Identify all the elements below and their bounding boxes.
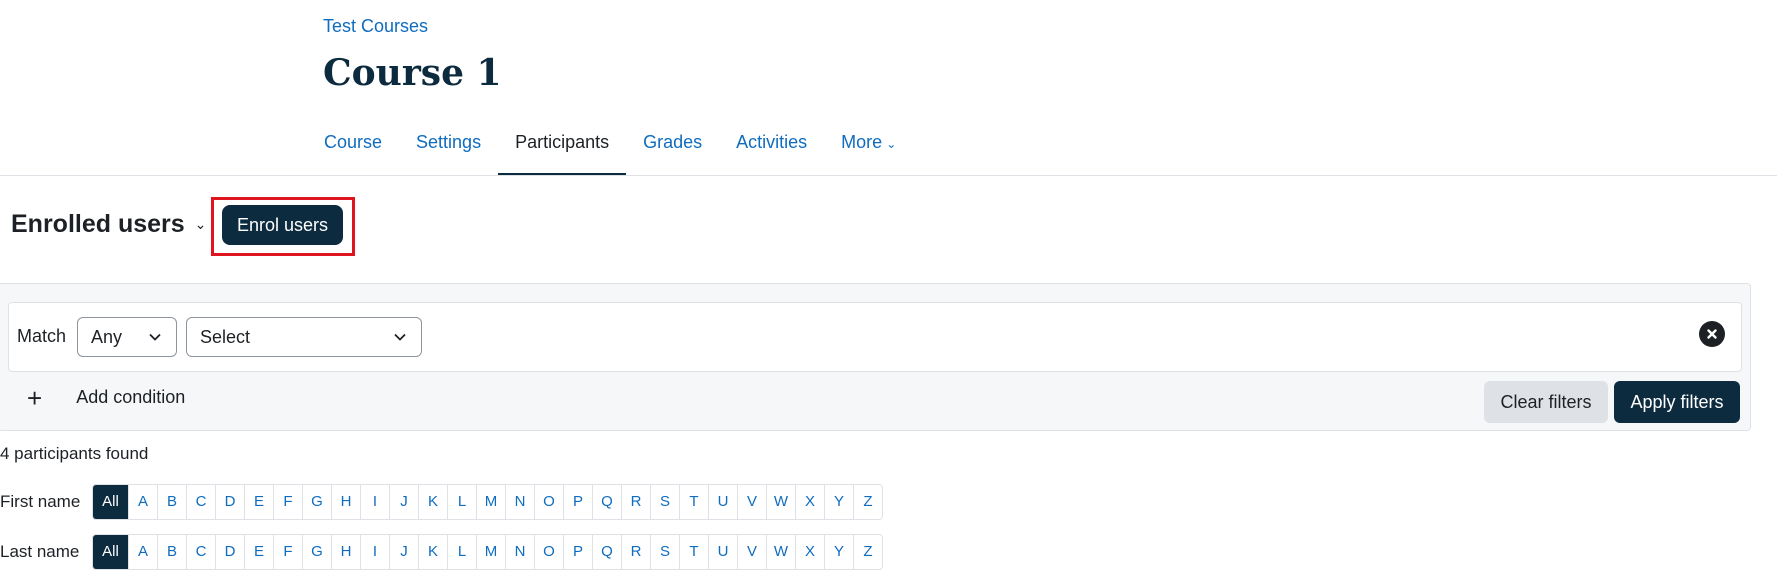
initial-w[interactable]: W [767,535,796,569]
initial-a[interactable]: A [129,485,158,519]
tab-course[interactable]: Course [307,116,399,176]
initial-r[interactable]: R [622,535,651,569]
tab-grades[interactable]: Grades [626,116,719,176]
tab-label: Participants [515,132,610,152]
initial-r[interactable]: R [622,485,651,519]
last-name-label: Last name [0,542,80,561]
initial-a[interactable]: A [129,535,158,569]
add-condition-label: Add condition [76,387,186,407]
enrol-users-button[interactable]: Enrol users [222,205,343,245]
initial-o[interactable]: O [535,535,564,569]
initial-j[interactable]: J [390,535,419,569]
chevron-down-icon: ⌄ [194,216,207,232]
clear-filters-button[interactable]: Clear filters [1484,381,1608,423]
initial-d[interactable]: D [216,485,245,519]
initial-e[interactable]: E [245,535,274,569]
initial-y[interactable]: Y [825,485,854,519]
initial-g[interactable]: G [303,535,332,569]
breadcrumb-test-courses[interactable]: Test Courses [323,16,428,37]
match-label: Match [17,326,67,346]
initial-m[interactable]: M [477,535,506,569]
initial-j[interactable]: J [390,485,419,519]
chevron-down-icon: ⌄ [886,137,897,151]
last-name-initials: Last name All ABCDEFGHIJKLMNOPQRSTUVWXYZ [0,534,883,570]
initial-e[interactable]: E [245,485,274,519]
initial-b[interactable]: B [158,535,187,569]
tab-settings[interactable]: Settings [399,116,498,176]
initial-n[interactable]: N [506,535,535,569]
initial-f[interactable]: F [274,485,303,519]
close-circle-icon [1707,329,1717,339]
tab-label: Activities [736,132,808,152]
initial-w[interactable]: W [767,485,796,519]
first-name-label: First name [0,492,81,511]
chevron-down-icon [149,333,161,341]
initial-l[interactable]: L [448,535,477,569]
condition-type-select[interactable]: Select [186,317,422,357]
initial-q[interactable]: Q [593,535,622,569]
last-name-initials-bar: All ABCDEFGHIJKLMNOPQRSTUVWXYZ [92,534,883,570]
add-condition-button[interactable]: + Add condition [27,382,186,413]
initial-all[interactable]: All [93,485,129,519]
initial-b[interactable]: B [158,485,187,519]
participants-count: 4 participants found [0,444,149,463]
tab-label: Grades [643,132,703,152]
initial-i[interactable]: I [361,485,390,519]
plus-icon: + [27,382,43,413]
tab-activities[interactable]: Activities [719,116,824,176]
initial-z[interactable]: Z [854,485,882,519]
initial-k[interactable]: K [419,535,448,569]
initial-all[interactable]: All [93,535,129,569]
tab-label: More [841,132,883,152]
initial-h[interactable]: H [332,485,361,519]
filter-condition-row: Match Any Select [8,302,1742,372]
initial-t[interactable]: T [680,485,709,519]
initial-x[interactable]: X [796,485,825,519]
initial-o[interactable]: O [535,485,564,519]
initial-v[interactable]: V [738,535,767,569]
initial-s[interactable]: S [651,485,680,519]
tab-label: Settings [416,132,482,152]
enrolled-users-title: Enrolled users [11,210,185,238]
nav-divider [0,175,1777,176]
first-name-initials-bar: All ABCDEFGHIJKLMNOPQRSTUVWXYZ [92,484,883,520]
initial-m[interactable]: M [477,485,506,519]
match-select-value: Any [91,327,123,347]
initial-c[interactable]: C [187,535,216,569]
filter-panel: Match Any Select + Add condition Clear f… [0,283,1751,431]
chevron-down-icon [394,333,406,341]
initial-q[interactable]: Q [593,485,622,519]
apply-filters-button[interactable]: Apply filters [1614,381,1740,423]
secondary-navigation: Course Settings Participants Grades Acti… [307,116,913,176]
first-name-initials: First name All ABCDEFGHIJKLMNOPQRSTUVWXY… [0,484,883,520]
page-title: Course 1 [323,52,502,94]
tab-participants[interactable]: Participants [498,116,627,176]
tab-label: Course [324,132,383,152]
initial-c[interactable]: C [187,485,216,519]
initial-d[interactable]: D [216,535,245,569]
initial-x[interactable]: X [796,535,825,569]
initial-s[interactable]: S [651,535,680,569]
remove-condition-button[interactable] [1699,321,1725,347]
match-select[interactable]: Any [77,317,177,357]
initial-t[interactable]: T [680,535,709,569]
initial-i[interactable]: I [361,535,390,569]
initial-h[interactable]: H [332,535,361,569]
initial-n[interactable]: N [506,485,535,519]
initial-p[interactable]: P [564,485,593,519]
condition-select-value: Select [200,327,251,347]
initial-u[interactable]: U [709,485,738,519]
initial-f[interactable]: F [274,535,303,569]
initial-y[interactable]: Y [825,535,854,569]
enrolled-users-menu[interactable]: Enrolled users ⌄ [11,210,206,239]
initial-l[interactable]: L [448,485,477,519]
initial-v[interactable]: V [738,485,767,519]
initial-u[interactable]: U [709,535,738,569]
initial-p[interactable]: P [564,535,593,569]
tab-more[interactable]: More ⌄ [824,116,913,176]
initial-g[interactable]: G [303,485,332,519]
initial-z[interactable]: Z [854,535,882,569]
initial-k[interactable]: K [419,485,448,519]
